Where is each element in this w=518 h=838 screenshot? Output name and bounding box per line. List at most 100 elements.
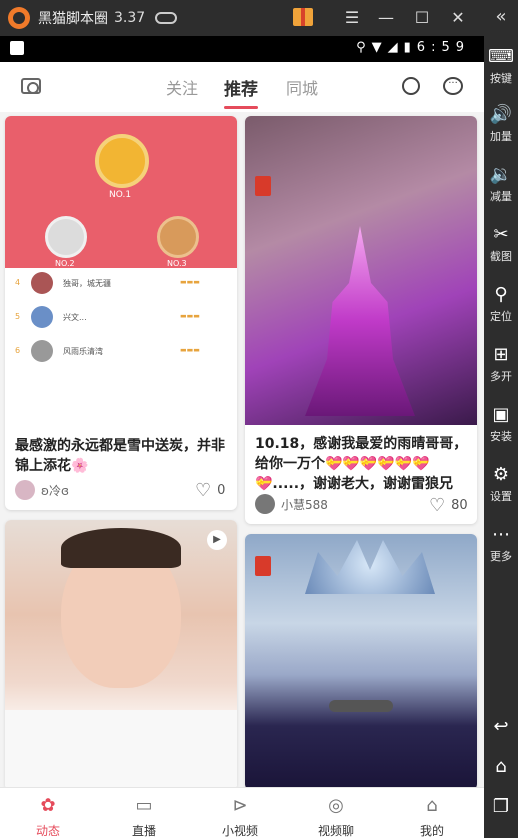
heart-icon: ♡ <box>429 495 446 516</box>
tab-nearby[interactable]: 同城 <box>286 75 318 99</box>
emulator-version: 3.37 <box>114 10 146 26</box>
avatar <box>31 272 53 294</box>
location-button[interactable]: ⚲ 定位 <box>484 284 518 324</box>
camera-icon[interactable] <box>21 78 41 94</box>
emulator-logo-icon <box>8 7 30 29</box>
nav-moments[interactable]: ✿ 动态 <box>18 794 78 838</box>
nav-video-chat[interactable]: ◎ 视频聊 <box>306 794 366 838</box>
nav-live[interactable]: ▭ 直播 <box>114 794 174 838</box>
post-card[interactable]: ▶ <box>5 520 237 790</box>
gamepad-icon[interactable] <box>155 12 178 24</box>
volume-up-icon: 🔊 <box>489 104 513 125</box>
android-status-bar: ⚲▼◢▮6:59 <box>0 36 484 62</box>
emulator-title-bar: 黑猫脚本圈 3.37 ☰ — ☐ ✕ <box>0 0 518 36</box>
recents-icon: ❐ <box>492 796 510 817</box>
bottom-navigation: ✿ 动态 ▭ 直播 ⊳ 小视频 ◎ 视频聊 ⌂ 我的 <box>0 787 484 838</box>
android-back-button[interactable]: ↩ <box>484 716 518 738</box>
volume-down-icon: 🔉 <box>489 164 513 185</box>
signal-icon: ◢ <box>387 40 404 55</box>
more-dots-icon: ⋯ <box>492 524 510 545</box>
tab-recommend[interactable]: 推荐 <box>224 75 258 100</box>
screenshot-button[interactable]: ✂ 截图 <box>484 224 518 264</box>
multi-instance-button[interactable]: ⊞ 多开 <box>484 344 518 384</box>
message-icon[interactable]: ··· <box>443 77 463 95</box>
post-author[interactable]: ʚ冷ɞ <box>15 480 69 500</box>
multi-window-icon: ⊞ <box>493 344 509 365</box>
tab-follow[interactable]: 关注 <box>166 75 198 99</box>
minimize-icon[interactable]: — <box>374 6 398 30</box>
play-circle-icon: ⊳ <box>232 795 248 816</box>
rank-3-medal <box>157 216 199 258</box>
avatar <box>15 480 35 500</box>
post-image <box>245 534 477 790</box>
post-author[interactable]: 小慧588 <box>255 494 328 514</box>
red-envelope-icon <box>255 556 271 576</box>
rank-1-label: NO.1 <box>109 190 132 200</box>
post-card[interactable] <box>245 534 477 790</box>
play-icon[interactable]: ▶ <box>207 530 227 550</box>
menu-icon[interactable]: ☰ <box>340 6 364 30</box>
nav-mine[interactable]: ⌂ 我的 <box>402 794 462 838</box>
crown-effect <box>305 540 435 594</box>
heart-icon: ♡ <box>195 480 212 501</box>
rank-image-header: NO.1 NO.2 NO.3 <box>5 116 237 268</box>
install-apk-button[interactable]: ▣ 安装 <box>484 404 518 444</box>
android-home-button[interactable]: ⌂ <box>484 756 518 778</box>
post-title: 10.18，感谢我最爱的雨晴哥哥，给你一万个💝💝💝💝💝💝💝.....，谢谢老大，… <box>255 436 468 492</box>
video-camera-icon: ▭ <box>135 795 153 816</box>
collapse-sidebar-icon[interactable]: « <box>484 0 518 36</box>
back-arrow-icon: ↩ <box>493 716 509 737</box>
rank-row: 5 兴文... ▬▬▬ <box>5 302 237 332</box>
apk-install-icon: ▣ <box>492 404 510 425</box>
volume-down-button[interactable]: 🔉 减量 <box>484 164 518 204</box>
location-pin-icon: ⚲ <box>494 284 508 305</box>
top-navigation: 关注 推荐 同城 ··· <box>0 62 484 112</box>
close-icon[interactable]: ✕ <box>446 6 470 30</box>
emulator-sidebar: ⌨ 按键 🔊 加量 🔉 减量 ✂ 截图 ⚲ 定位 ⊞ 多开 ▣ 安装 ⚙ 设置 … <box>484 36 518 838</box>
avatar <box>31 306 53 328</box>
rank-2-label: NO.2 <box>55 259 75 268</box>
notification-icon <box>10 41 24 55</box>
post-card[interactable]: 10.18，感谢我最爱的雨晴哥哥，给你一万个💝💝💝💝💝💝💝.....，谢谢老大，… <box>245 116 477 524</box>
red-envelope-icon <box>255 176 271 196</box>
post-image <box>245 116 477 425</box>
pk-bar <box>329 700 393 712</box>
post-card[interactable]: NO.1 NO.2 NO.3 4 独哥，城无疆 ▬▬▬ 5 兴文... ▬▬▬ … <box>5 116 237 510</box>
more-button[interactable]: ⋯ 更多 <box>484 524 518 564</box>
app-screen: 关注 推荐 同城 ··· NO.1 NO.2 NO.3 4 独哥，城无疆 ▬▬▬… <box>0 62 484 838</box>
avatar <box>255 494 275 514</box>
volume-up-button[interactable]: 🔊 加量 <box>484 104 518 144</box>
rank-row: 4 独哥，城无疆 ▬▬▬ <box>5 268 237 298</box>
shirt-shape <box>5 710 237 790</box>
search-icon[interactable] <box>402 77 420 95</box>
gear-icon: ⚙ <box>492 464 510 485</box>
nav-short-video[interactable]: ⊳ 小视频 <box>210 794 270 838</box>
home-icon: ⌂ <box>495 756 507 777</box>
keyboard-button[interactable]: ⌨ 按键 <box>484 46 518 86</box>
android-recents-button[interactable]: ❐ <box>484 796 518 818</box>
home-icon: ⌂ <box>426 795 438 816</box>
scissors-icon: ✂ <box>493 224 509 245</box>
wifi-icon: ▼ <box>371 40 388 55</box>
avatar <box>31 340 53 362</box>
rank-2-medal <box>45 216 87 258</box>
location-status-icon: ⚲ <box>356 40 372 55</box>
active-tab-indicator <box>224 106 258 109</box>
post-title: 最感激的永远都是雪中送炭，并非锦上添花🌸 <box>15 438 225 474</box>
keyboard-icon: ⌨ <box>488 46 514 67</box>
settings-button[interactable]: ⚙ 设置 <box>484 464 518 504</box>
maximize-icon[interactable]: ☐ <box>410 6 434 30</box>
rank-row: 6 风雨乐清湾 ▬▬▬ <box>5 336 237 366</box>
like-count[interactable]: ♡ 80 <box>429 495 468 516</box>
rank-1-medal <box>95 134 149 188</box>
rank-3-label: NO.3 <box>167 259 187 268</box>
emulator-name: 黑猫脚本圈 <box>38 11 108 27</box>
status-time: 6:59 <box>416 40 470 55</box>
post-image <box>5 520 237 790</box>
like-count[interactable]: ♡ 0 <box>195 480 225 501</box>
video-chat-icon: ◎ <box>328 795 344 816</box>
castle-effect <box>305 226 415 416</box>
gift-icon[interactable] <box>293 8 313 26</box>
hair-shape <box>61 528 181 568</box>
rank-list: 4 独哥，城无疆 ▬▬▬ 5 兴文... ▬▬▬ 6 风雨乐清湾 ▬▬▬ <box>5 268 237 418</box>
